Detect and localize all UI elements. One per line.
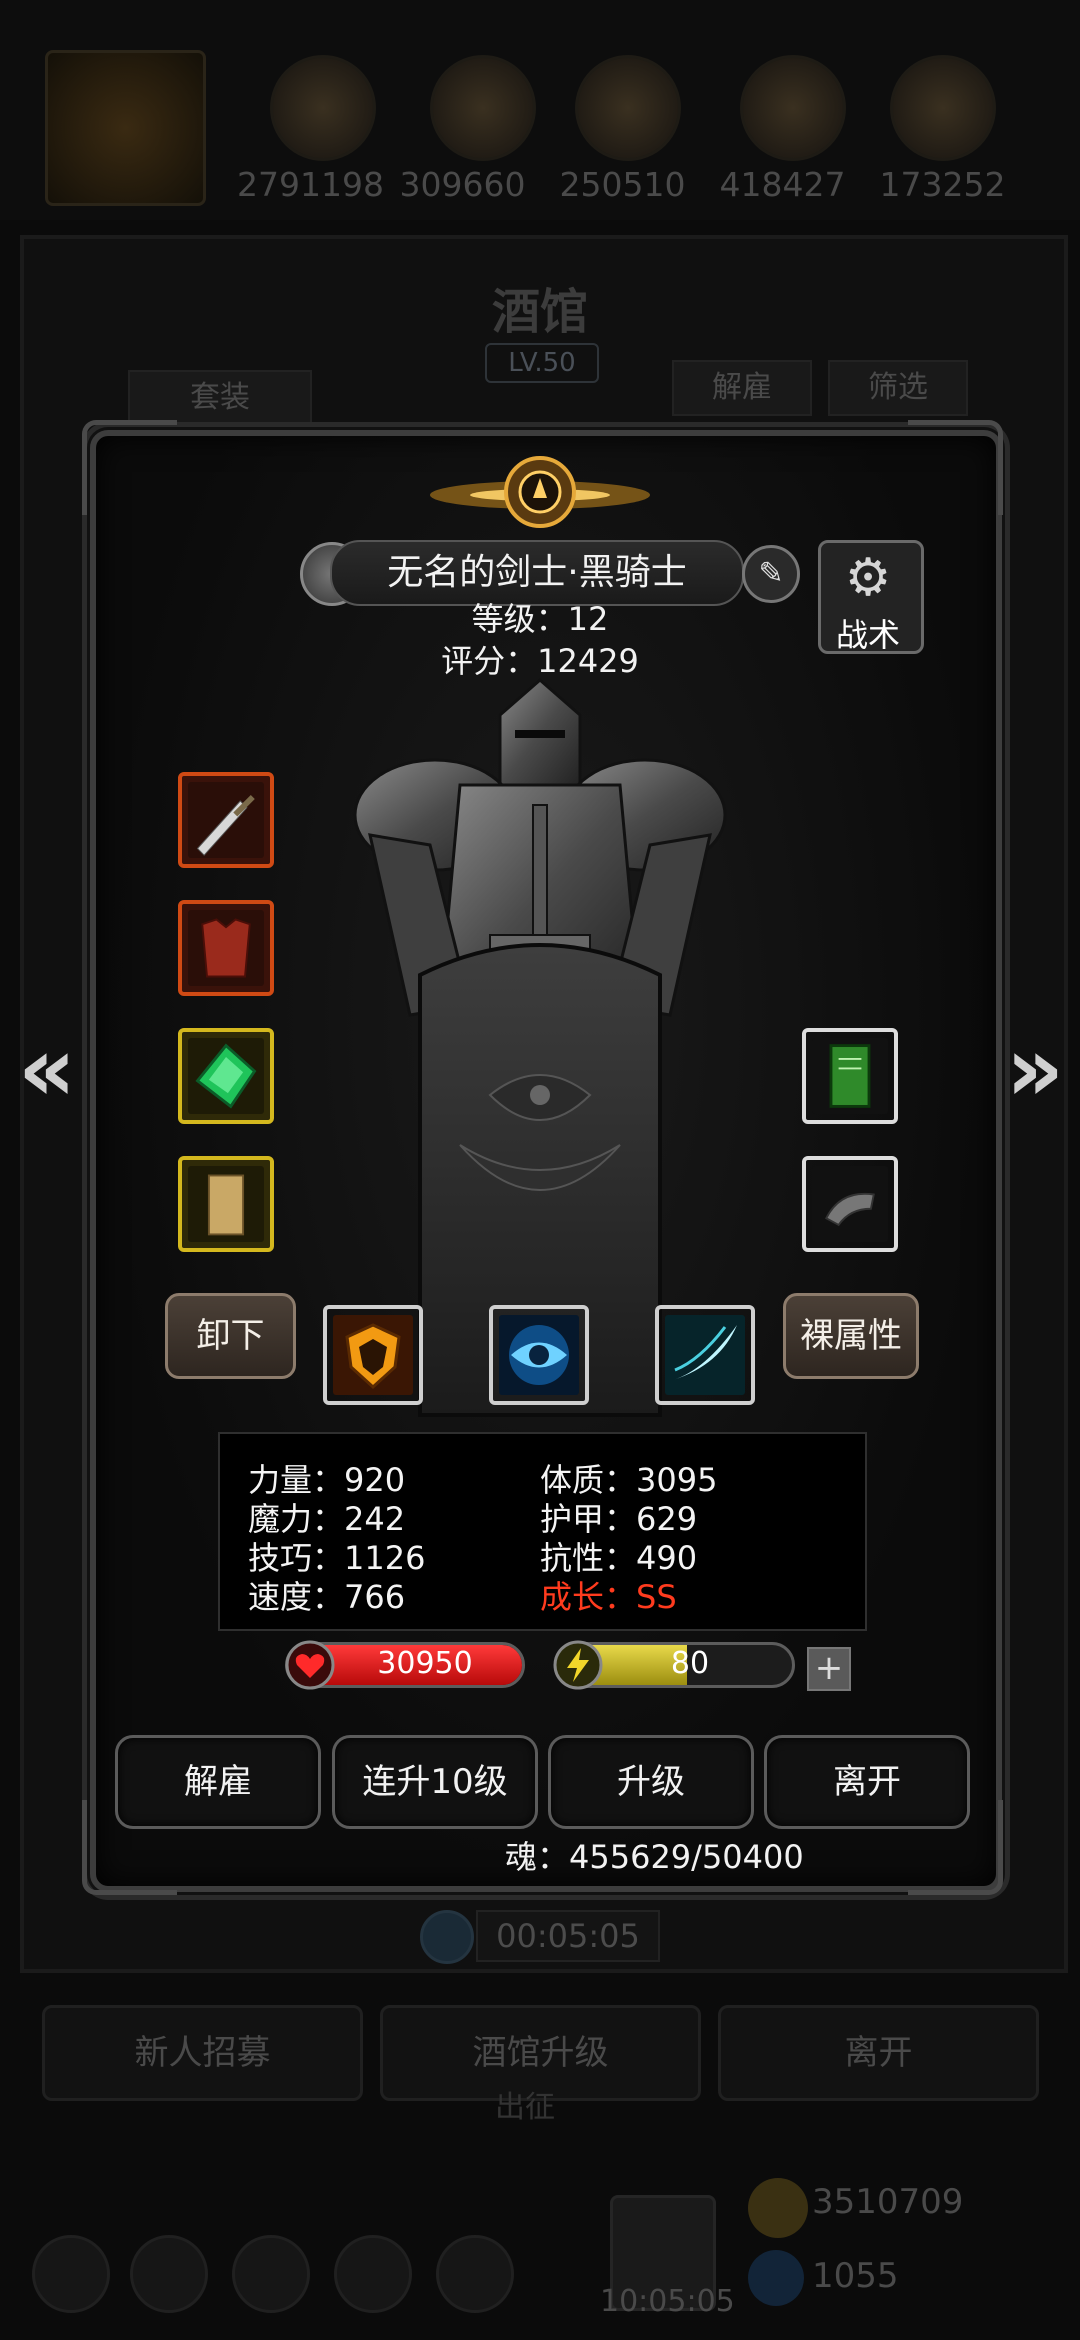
heart-icon (285, 1640, 335, 1690)
gift-timer: 10:05:05 (600, 2284, 735, 2319)
eye-skill-icon (499, 1315, 579, 1395)
equip-slot-book[interactable] (802, 1028, 898, 1124)
energy-value: 80 (670, 1646, 710, 1681)
equip-slot-gauntlet[interactable] (802, 1156, 898, 1252)
green-gem-icon (188, 1038, 264, 1114)
gold-coin-icon (748, 2178, 808, 2238)
soul-counter: 魂：455629/50400 (505, 1838, 804, 1876)
frame-corner-tl (82, 420, 177, 515)
resource-icon-4 (740, 55, 846, 161)
sword-icon (188, 782, 264, 858)
equip-slot-armor[interactable] (178, 900, 274, 996)
expedition-label: 出征 (495, 2090, 555, 2125)
red-armor-icon (188, 910, 264, 986)
stat-speed: 速度：766 (248, 1578, 406, 1616)
gem-icon (748, 2250, 804, 2306)
tavern-leave-button[interactable]: 离开 (718, 2005, 1039, 2101)
player-avatar[interactable] (45, 50, 206, 206)
upgrade-10-button[interactable]: 连升10级 (332, 1735, 538, 1829)
scroll-icon (188, 1166, 264, 1242)
tavern-title: 酒馆 (491, 284, 588, 340)
bottom-nav-icon-5[interactable] (436, 2235, 514, 2313)
timer-icon (420, 1910, 474, 1964)
unequip-button[interactable]: 卸下 (165, 1293, 296, 1379)
bottom-nav-icon-4[interactable] (334, 2235, 412, 2313)
skill-slot-1[interactable] (323, 1305, 423, 1405)
resource-icon-3 (575, 55, 681, 161)
hero-level: 等级：12 (471, 600, 609, 638)
resource-icon-2 (430, 55, 536, 161)
bottom-nav-icon-1[interactable] (32, 2235, 110, 2313)
tavern-level: LV.50 (485, 343, 599, 383)
recruit-button[interactable]: 新人招募 (42, 2005, 363, 2101)
equip-slot-gem[interactable] (178, 1028, 274, 1124)
crest-emblem-icon (430, 456, 650, 528)
skill-slot-3[interactable] (655, 1305, 755, 1405)
dismiss-hero-button[interactable]: 解雇 (115, 1735, 321, 1829)
stat-growth: 成长：SS (540, 1578, 677, 1616)
resource-count-5: 173252 (879, 165, 1006, 204)
lightning-icon (553, 1640, 603, 1690)
resource-icon-5 (890, 55, 996, 161)
gold-count: 3510709 (812, 2182, 964, 2222)
fire-shield-skill-icon (333, 1315, 413, 1395)
upgrade-button[interactable]: 升级 (548, 1735, 754, 1829)
equip-slot-weapon[interactable] (178, 772, 274, 868)
resource-count-4: 418427 (719, 165, 846, 204)
filter-button[interactable]: 筛选 (828, 360, 968, 416)
gear-icon: ⚙ (844, 548, 892, 608)
frame-corner-tr (908, 420, 1003, 515)
gauntlet-icon (812, 1166, 888, 1242)
edit-name-icon[interactable]: ✎ (742, 545, 800, 603)
bottom-nav-icon-2[interactable] (130, 2235, 208, 2313)
tactics-label: 战术 (835, 616, 900, 654)
resource-count-1: 2791198 (237, 165, 384, 204)
equip-slot-scroll[interactable] (178, 1156, 274, 1252)
recruit-timer: 00:05:05 (476, 1910, 660, 1962)
slash-skill-icon (665, 1315, 745, 1395)
next-hero-arrow-icon[interactable]: » (1000, 1020, 1070, 1120)
resource-icon-1 (270, 55, 376, 161)
skill-slot-2[interactable] (489, 1305, 589, 1405)
add-energy-button[interactable]: + (807, 1647, 851, 1691)
tavern-dismiss-button[interactable]: 解雇 (672, 360, 812, 416)
hp-value: 30950 (377, 1646, 473, 1681)
bottom-nav-icon-3[interactable] (232, 2235, 310, 2313)
bare-stats-button[interactable]: 裸属性 (783, 1293, 919, 1379)
resource-count-3: 250510 (559, 165, 686, 204)
previous-hero-arrow-icon[interactable]: « (12, 1020, 82, 1120)
outfit-button[interactable]: 套装 (128, 370, 312, 426)
green-book-icon (812, 1038, 888, 1114)
resource-count-2: 309660 (399, 165, 526, 204)
gem-count: 1055 (812, 2256, 899, 2296)
leave-button[interactable]: 离开 (764, 1735, 970, 1829)
